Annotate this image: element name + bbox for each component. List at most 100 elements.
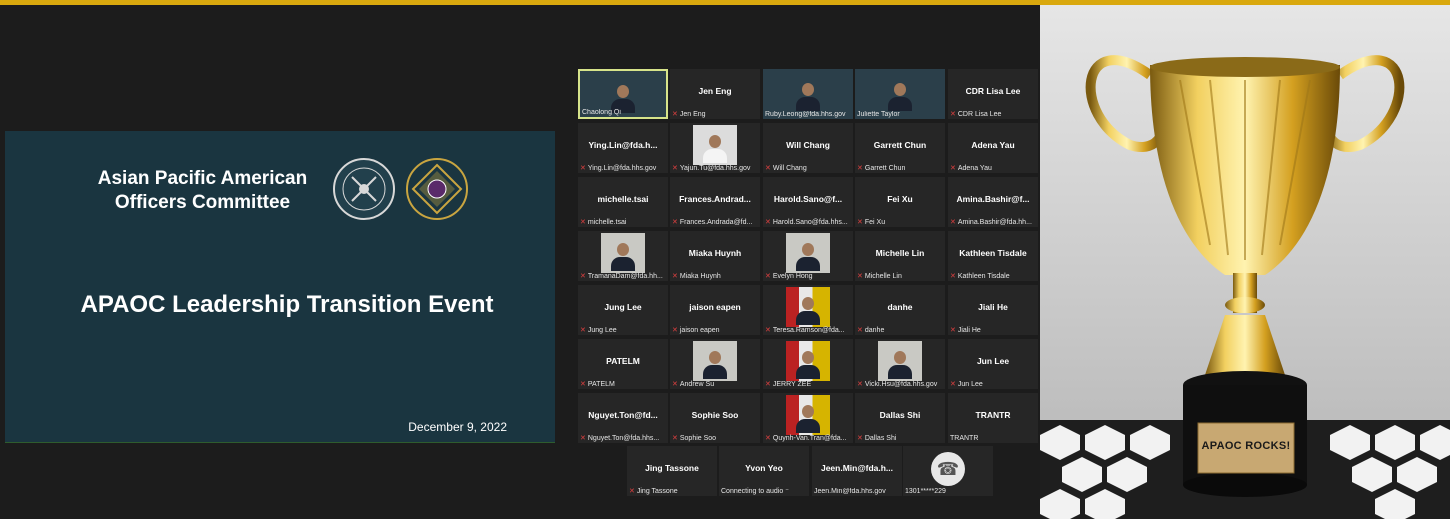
muted-mic-icon: ✕ [580,165,586,172]
participant-tile[interactable]: Jun Lee ✕ Jun Lee [948,339,1038,389]
muted-mic-icon: ✕ [950,111,956,118]
muted-mic-icon: ✕ [857,327,863,334]
participant-label-text: Andrew Su [679,381,715,388]
participant-tile[interactable]: ✕ Evelyn Hong [763,231,853,281]
participant-tile[interactable]: danhe ✕ danhe [855,285,945,335]
participant-label-text: Adena Yau [957,165,992,172]
slide-org-name: Asian Pacific American Officers Committe… [97,168,308,213]
participant-name: Miaka Huynh [688,248,742,258]
participant-name: Jeen.Min@fda.h... [820,463,894,473]
participant-video-person [894,83,906,96]
participant-tile[interactable]: Jiali He ✕ Jiali He [948,285,1038,335]
participant-tile[interactable]: Miaka Huynh ✕ Miaka Huynh [670,231,760,281]
participant-label: ✕ Jing Tassone [629,487,715,495]
participant-tile[interactable]: ✕ Quynh-Van.Tran@fda... [763,393,853,443]
participant-video [601,233,645,273]
muted-mic-icon: ✕ [950,219,956,226]
participant-tile[interactable]: jaison eapen ✕ jaison eapen [670,285,760,335]
participant-tile[interactable]: Dallas Shi ✕ Dallas Shi [855,393,945,443]
participant-label: ✕ Teresa.Ramson@fda... [765,326,851,334]
participant-tile[interactable]: ✕ Vicki.Hsu@fda.hhs.gov [855,339,945,389]
participant-label-text: Yajun.Tu@fda.hhs.gov [679,165,751,172]
participant-tile[interactable]: Ying.Lin@fda.h... ✕ Ying.Lin@fda.hhs.gov [578,123,668,173]
participant-tile[interactable]: michelle.tsai ✕ michelle.tsai [578,177,668,227]
muted-mic-icon: ✕ [672,381,678,388]
participant-tile[interactable]: Jen Eng ✕ Jen Eng [670,69,760,119]
participant-label-text: Connecting to audio ⁻ [721,488,789,495]
participant-video-person [796,257,820,271]
participant-tile[interactable]: Michelle Lin ✕ Michelle Lin [855,231,945,281]
participant-video-person [617,243,629,256]
participant-tile[interactable]: Jeen.Min@fda.h... Jeen.Min@fda.hhs.gov [812,446,902,496]
slide-title: APAOC Leadership Transition Event [80,291,494,318]
participant-video-person [796,419,820,433]
participant-tile[interactable]: PATELM ✕ PATELM [578,339,668,389]
participant-name: Garrett Chun [873,140,927,150]
muted-mic-icon: ✕ [950,273,956,280]
participant-tile[interactable]: Will Chang ✕ Will Chang [763,123,853,173]
participant-label-text: Jeen.Min@fda.hhs.gov [814,488,886,495]
participant-tile[interactable]: Kathleen Tisdale ✕ Kathleen Tisdale [948,231,1038,281]
participant-tile[interactable]: Sophie Soo ✕ Sophie Soo [670,393,760,443]
muted-mic-icon: ✕ [765,219,771,226]
participant-tile[interactable]: ☎ 1301*****229 [903,446,993,496]
participant-tile[interactable]: Yvon Yeo Connecting to audio ⁻ [719,446,809,496]
participant-label-text: Michelle Lin [864,273,902,280]
participant-video-person [796,97,820,111]
presentation-slide: Asian Pacific American Officers Committe… [5,131,555,443]
participant-tile[interactable]: Harold.Sano@f... ✕ Harold.Sano@fda.hhs... [763,177,853,227]
participant-tile[interactable]: Adena Yau ✕ Adena Yau [948,123,1038,173]
participant-tile[interactable]: ✕ Teresa.Ramson@fda... [763,285,853,335]
participant-label-text: danhe [864,327,885,334]
participant-tile[interactable]: Jung Lee ✕ Jung Lee [578,285,668,335]
participant-tile[interactable]: Garrett Chun ✕ Garrett Chun [855,123,945,173]
participant-name: Jen Eng [698,86,732,96]
participant-label-text: Chaolong Qi [582,109,621,116]
participant-label-text: PATELM [587,381,615,388]
participant-video [786,233,830,273]
participant-tile[interactable]: Fei Xu ✕ Fei Xu [855,177,945,227]
participant-name: Michelle Lin [875,248,925,258]
apaoc-logo-icon [406,158,468,220]
participant-tile[interactable]: TRANTR TRANTR [948,393,1038,443]
participant-label-text: jaison eapen [679,327,720,334]
muted-mic-icon: ✕ [765,381,771,388]
participant-name: Will Chang [786,140,830,150]
participant-tile[interactable]: Ruby.Leong@fda.hhs.gov [763,69,853,119]
participant-video [693,125,737,165]
muted-mic-icon: ✕ [629,488,635,495]
participant-label: ✕ danhe [857,326,943,334]
participant-tile[interactable]: Amina.Bashir@f... ✕ Amina.Bashir@fda.hh... [948,177,1038,227]
participant-tile[interactable]: Chaolong Qi [578,69,668,119]
participant-video-person [802,351,814,364]
participant-tile[interactable]: Juliette Taylor [855,69,945,119]
participant-name: Jing Tassone [645,463,699,473]
participant-label-text: Juliette Taylor [857,111,900,118]
muted-mic-icon: ✕ [950,327,956,334]
muted-mic-icon: ✕ [857,219,863,226]
participant-tile[interactable]: ✕ Yajun.Tu@fda.hhs.gov [670,123,760,173]
participant-label-text: Miaka Huynh [679,273,721,280]
participant-label-text: Sophie Soo [679,435,717,442]
participant-label-text: CDR Lisa Lee [957,111,1002,118]
participant-tile[interactable]: ✕ Andrew Su [670,339,760,389]
participant-tile[interactable]: ✕ JERRY ZEE [763,339,853,389]
participant-name: Ying.Lin@fda.h... [588,140,658,150]
participant-tile[interactable]: Frances.Andrad... ✕ Frances.Andrada@fd... [670,177,760,227]
participant-tile[interactable]: Nguyet.Ton@fd... ✕ Nguyet.Ton@fda.hhs... [578,393,668,443]
muted-mic-icon: ✕ [857,435,863,442]
participant-name: Fei Xu [887,194,913,204]
participant-label-text: Garrett Chun [864,165,906,172]
participant-label-text: Amina.Bashir@fda.hh... [957,219,1032,226]
participant-tile[interactable]: ✕ TramanaDam@fda.hh... [578,231,668,281]
participant-tile[interactable]: CDR Lisa Lee ✕ CDR Lisa Lee [948,69,1038,119]
participant-video-person [709,351,721,364]
muted-mic-icon: ✕ [950,165,956,172]
participant-label-text: Dallas Shi [864,435,897,442]
participant-label-text: TRANTR [950,435,979,442]
phone-icon: ☎ [931,452,965,486]
participant-video-person [802,297,814,310]
participant-label-text: Frances.Andrada@fd... [679,219,753,226]
participant-tile[interactable]: Jing Tassone ✕ Jing Tassone [627,446,717,496]
shared-screen-area: Asian Pacific American Officers Committe… [0,5,570,519]
